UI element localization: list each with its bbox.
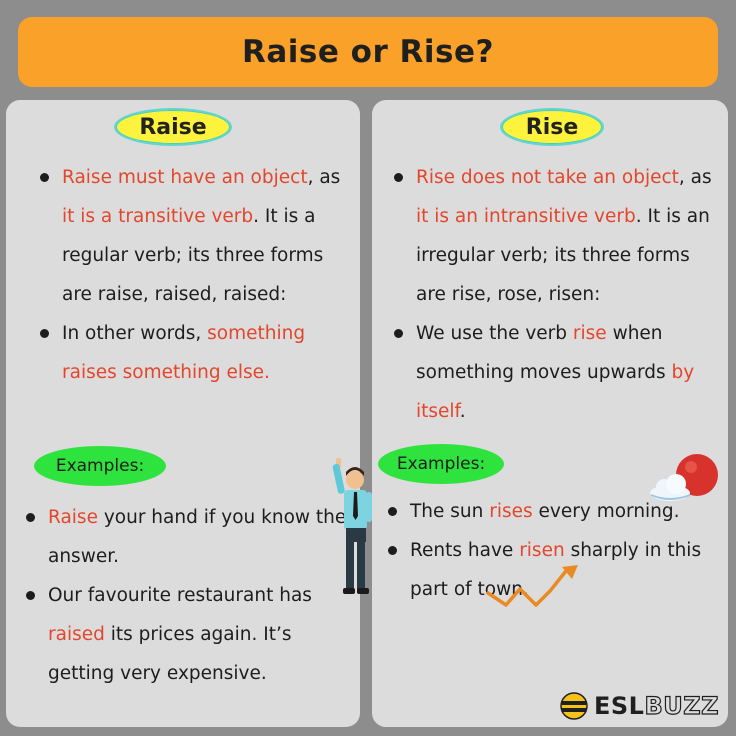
list-item: Our favourite restaurant has raised its … bbox=[26, 576, 356, 693]
body-text: The sun bbox=[410, 501, 490, 522]
body-text: , as bbox=[678, 167, 712, 188]
rise-rules-list: Rise does not take an object, as it is a… bbox=[394, 158, 724, 431]
body-text: We use the verb bbox=[416, 323, 573, 344]
highlighted-text: it is a transitive verb bbox=[62, 206, 254, 227]
raise-panel: Raise Raise must have an object, as it i… bbox=[6, 100, 360, 727]
list-item: We use the verb rise when something move… bbox=[394, 314, 724, 431]
rise-examples-label: Examples: bbox=[396, 454, 486, 474]
bee-logo-icon bbox=[560, 692, 588, 720]
body-text: , as bbox=[307, 167, 341, 188]
raise-heading: Raise bbox=[139, 114, 207, 140]
rising-trend-arrow-icon bbox=[486, 565, 578, 607]
highlighted-text: it is an intransitive verb bbox=[416, 206, 636, 227]
title-banner: Raise or Rise? bbox=[18, 17, 718, 87]
highlighted-text: Raise must have an object bbox=[62, 167, 308, 188]
list-item: Raise your hand if you know the answer. bbox=[26, 498, 356, 576]
highlighted-text: raised bbox=[48, 624, 105, 645]
rise-heading-pill: Rise bbox=[500, 108, 604, 146]
sun-cloud-icon bbox=[650, 454, 718, 501]
rise-panel: Rise Rise does not take an object, as it… bbox=[372, 100, 728, 727]
list-item: Rise does not take an object, as it is a… bbox=[394, 158, 724, 314]
brand-light: BUZZ bbox=[644, 691, 720, 720]
highlighted-text: Raise bbox=[48, 507, 98, 528]
highlighted-text: rise bbox=[572, 323, 607, 344]
list-item: Raise must have an object, as it is a tr… bbox=[40, 158, 346, 314]
body-text: In other words, bbox=[62, 323, 208, 344]
raise-examples-label-pill: Examples: bbox=[34, 446, 166, 486]
highlighted-text: Rise does not take an object bbox=[416, 167, 679, 188]
brand-bold: ESL bbox=[594, 692, 645, 720]
raise-heading-pill: Raise bbox=[114, 108, 232, 146]
raise-rules-list: Raise must have an object, as it is a tr… bbox=[40, 158, 346, 392]
brand-name: ESLBUZZ bbox=[594, 691, 720, 720]
highlighted-text: rises bbox=[489, 501, 533, 522]
highlighted-text: risen bbox=[519, 540, 565, 561]
raise-examples-label: Examples: bbox=[55, 456, 145, 476]
body-text: Rents have bbox=[410, 540, 520, 561]
rise-heading: Rise bbox=[525, 114, 579, 140]
body-text: every morning. bbox=[532, 501, 680, 522]
raise-examples-list: Raise your hand if you know the answer. O… bbox=[26, 498, 356, 693]
page-title: Raise or Rise? bbox=[241, 34, 495, 70]
eslbuzz-logo: ESLBUZZ bbox=[560, 690, 719, 722]
raising-hand-person-icon bbox=[332, 458, 372, 594]
list-item: In other words, something raises somethi… bbox=[40, 314, 346, 392]
body-text: . bbox=[459, 401, 466, 422]
rise-examples-label-pill: Examples: bbox=[378, 444, 504, 484]
body-text: Our favourite restaurant has bbox=[48, 585, 312, 606]
